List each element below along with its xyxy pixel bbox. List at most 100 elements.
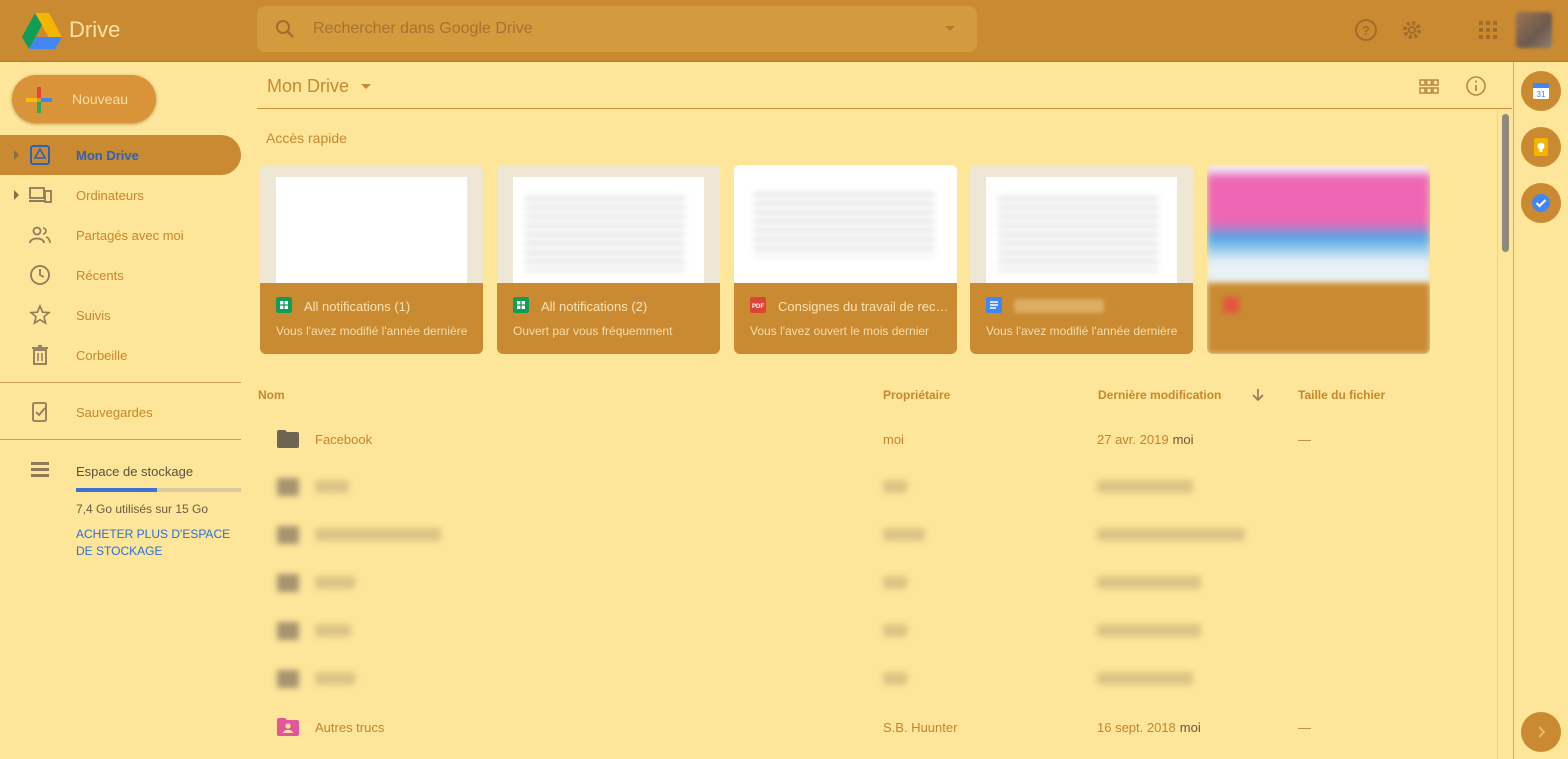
page-title[interactable]: Mon Drive xyxy=(267,76,349,97)
apps-grid-icon[interactable] xyxy=(1476,18,1500,42)
info-icon[interactable] xyxy=(1465,75,1487,97)
quick-access-card[interactable]: PDF Consignes du travail de recherche Vo… xyxy=(734,165,957,354)
settings-gear-icon[interactable] xyxy=(1400,18,1424,42)
sidebar-item-label: Suivis xyxy=(76,308,111,323)
storage-usage-text: 7,4 Go utilisés sur 15 Go xyxy=(76,502,209,516)
table-row[interactable]: Autres trucs S.B. Huunter 16 sept. 2018 m… xyxy=(257,703,1497,751)
search-options-chevron-down-icon[interactable] xyxy=(945,26,955,31)
row-owner: moi xyxy=(883,432,904,447)
quick-access-card[interactable]: All notifications (1) Vous l'avez modifi… xyxy=(260,165,483,354)
sidebar-item-label: Récents xyxy=(76,268,124,283)
image-file-icon xyxy=(1223,297,1239,313)
expand-arrow-icon[interactable] xyxy=(14,190,19,200)
sort-arrow-down-icon[interactable] xyxy=(1251,387,1265,403)
account-avatar[interactable] xyxy=(1516,12,1552,48)
column-header-name[interactable]: Nom xyxy=(258,388,285,402)
sidebar-item-computers[interactable]: Ordinateurs xyxy=(0,175,241,215)
sidebar-item-label: Partagés avec moi xyxy=(76,228,184,243)
pdf-icon: PDF xyxy=(750,297,766,313)
sidebar-item-label: Corbeille xyxy=(76,348,128,363)
card-file-name: Consignes du travail de recherche xyxy=(778,299,950,314)
top-bar: Drive ? xyxy=(0,0,1568,62)
quick-access-card[interactable]: All notifications (2) Ouvert par vous fr… xyxy=(497,165,720,354)
buy-storage-link[interactable]: ACHETER PLUS D'ESPACE DE STOCKAGE xyxy=(76,526,246,560)
column-header-owner[interactable]: Propriétaire xyxy=(883,388,950,402)
folder-icon xyxy=(277,670,299,688)
search-input[interactable] xyxy=(313,6,913,52)
table-row[interactable] xyxy=(257,463,1497,511)
sidebar-item-label: Mon Drive xyxy=(76,148,139,163)
tasks-addon-button[interactable] xyxy=(1521,183,1561,223)
expand-panel-button[interactable] xyxy=(1521,712,1561,752)
calendar-addon-button[interactable]: 31 xyxy=(1521,71,1561,111)
app-name[interactable]: Drive xyxy=(69,17,120,43)
column-header-file-size[interactable]: Taille du fichier xyxy=(1298,388,1385,402)
file-thumbnail xyxy=(1207,165,1430,283)
title-chevron-down-icon[interactable] xyxy=(361,84,371,89)
new-button-label: Nouveau xyxy=(72,91,129,107)
row-modified: 16 sept. 2018 moi xyxy=(1097,720,1201,735)
table-row[interactable]: Facebook moi 27 avr. 2019 moi — xyxy=(257,415,1497,463)
row-file-name: Autres trucs xyxy=(315,720,385,735)
sidebar-item-label: Sauvegardes xyxy=(76,405,153,420)
card-file-name xyxy=(1014,299,1104,313)
sidebar-item-starred[interactable]: Suivis xyxy=(0,295,241,335)
sidebar-item-backups[interactable]: Sauvegardes xyxy=(0,392,241,432)
table-row[interactable] xyxy=(257,559,1497,607)
star-icon xyxy=(28,303,52,325)
file-thumbnail xyxy=(260,165,483,283)
left-sidebar: Nouveau Mon Drive Ordinateurs Partagés a… xyxy=(0,62,256,759)
sidebar-item-my-drive[interactable]: Mon Drive xyxy=(0,135,241,175)
calendar-icon: 31 xyxy=(1533,83,1549,99)
svg-text:31: 31 xyxy=(1537,90,1546,99)
table-row[interactable] xyxy=(257,607,1497,655)
quick-access-card[interactable]: Vous l'avez modifié l'année dernière xyxy=(970,165,1193,354)
people-icon xyxy=(29,226,51,244)
card-activity: Vous l'avez modifié l'année dernière xyxy=(986,324,1178,338)
table-row[interactable] xyxy=(257,511,1497,559)
scrollbar-thumb[interactable] xyxy=(1502,114,1509,252)
docs-icon xyxy=(986,297,1002,313)
sidebar-divider xyxy=(0,382,241,383)
quick-access-card[interactable] xyxy=(1207,165,1430,354)
drive-logo-icon[interactable] xyxy=(22,13,62,49)
help-icon[interactable]: ? xyxy=(1354,18,1378,42)
file-thumbnail xyxy=(734,165,957,283)
tasks-check-icon xyxy=(1532,194,1550,212)
clock-icon xyxy=(30,265,50,285)
card-activity: Vous l'avez ouvert le mois dernier xyxy=(750,324,930,338)
row-file-name: Facebook xyxy=(315,432,373,447)
shared-folder-icon xyxy=(277,718,299,736)
drive-icon xyxy=(30,145,50,165)
keep-addon-button[interactable] xyxy=(1521,127,1561,167)
storage-icon xyxy=(31,462,49,477)
sidebar-item-recent[interactable]: Récents xyxy=(0,255,241,295)
computers-icon xyxy=(29,187,52,203)
grid-view-icon[interactable] xyxy=(1418,76,1440,98)
svg-text:?: ? xyxy=(1362,23,1370,38)
chevron-right-icon xyxy=(1538,726,1546,738)
row-owner: S.B. Huunter xyxy=(883,720,958,735)
vertical-scrollbar[interactable] xyxy=(1497,110,1513,759)
plus-icon xyxy=(26,87,52,113)
sidebar-item-label: Ordinateurs xyxy=(76,188,144,203)
sidebar-item-shared-with-me[interactable]: Partagés avec moi xyxy=(0,215,241,255)
storage-usage-bar xyxy=(76,488,241,492)
sidebar-item-trash[interactable]: Corbeille xyxy=(0,335,241,375)
folder-icon xyxy=(277,478,299,496)
file-thumbnail xyxy=(497,165,720,283)
new-button[interactable]: Nouveau xyxy=(12,75,156,123)
file-thumbnail xyxy=(970,165,1193,283)
card-activity: Ouvert par vous fréquemment xyxy=(513,324,673,338)
expand-arrow-icon[interactable] xyxy=(14,150,19,160)
folder-icon xyxy=(277,526,299,544)
row-size: — xyxy=(1298,432,1311,447)
keep-lightbulb-icon xyxy=(1534,138,1548,156)
search-box[interactable] xyxy=(257,6,977,52)
column-header-last-modified[interactable]: Dernière modification xyxy=(1098,388,1221,402)
search-icon[interactable] xyxy=(275,19,295,39)
folder-icon xyxy=(277,430,299,448)
sheets-icon xyxy=(276,297,292,313)
card-activity: Vous l'avez modifié l'année dernière xyxy=(276,324,468,338)
table-row[interactable] xyxy=(257,655,1497,703)
